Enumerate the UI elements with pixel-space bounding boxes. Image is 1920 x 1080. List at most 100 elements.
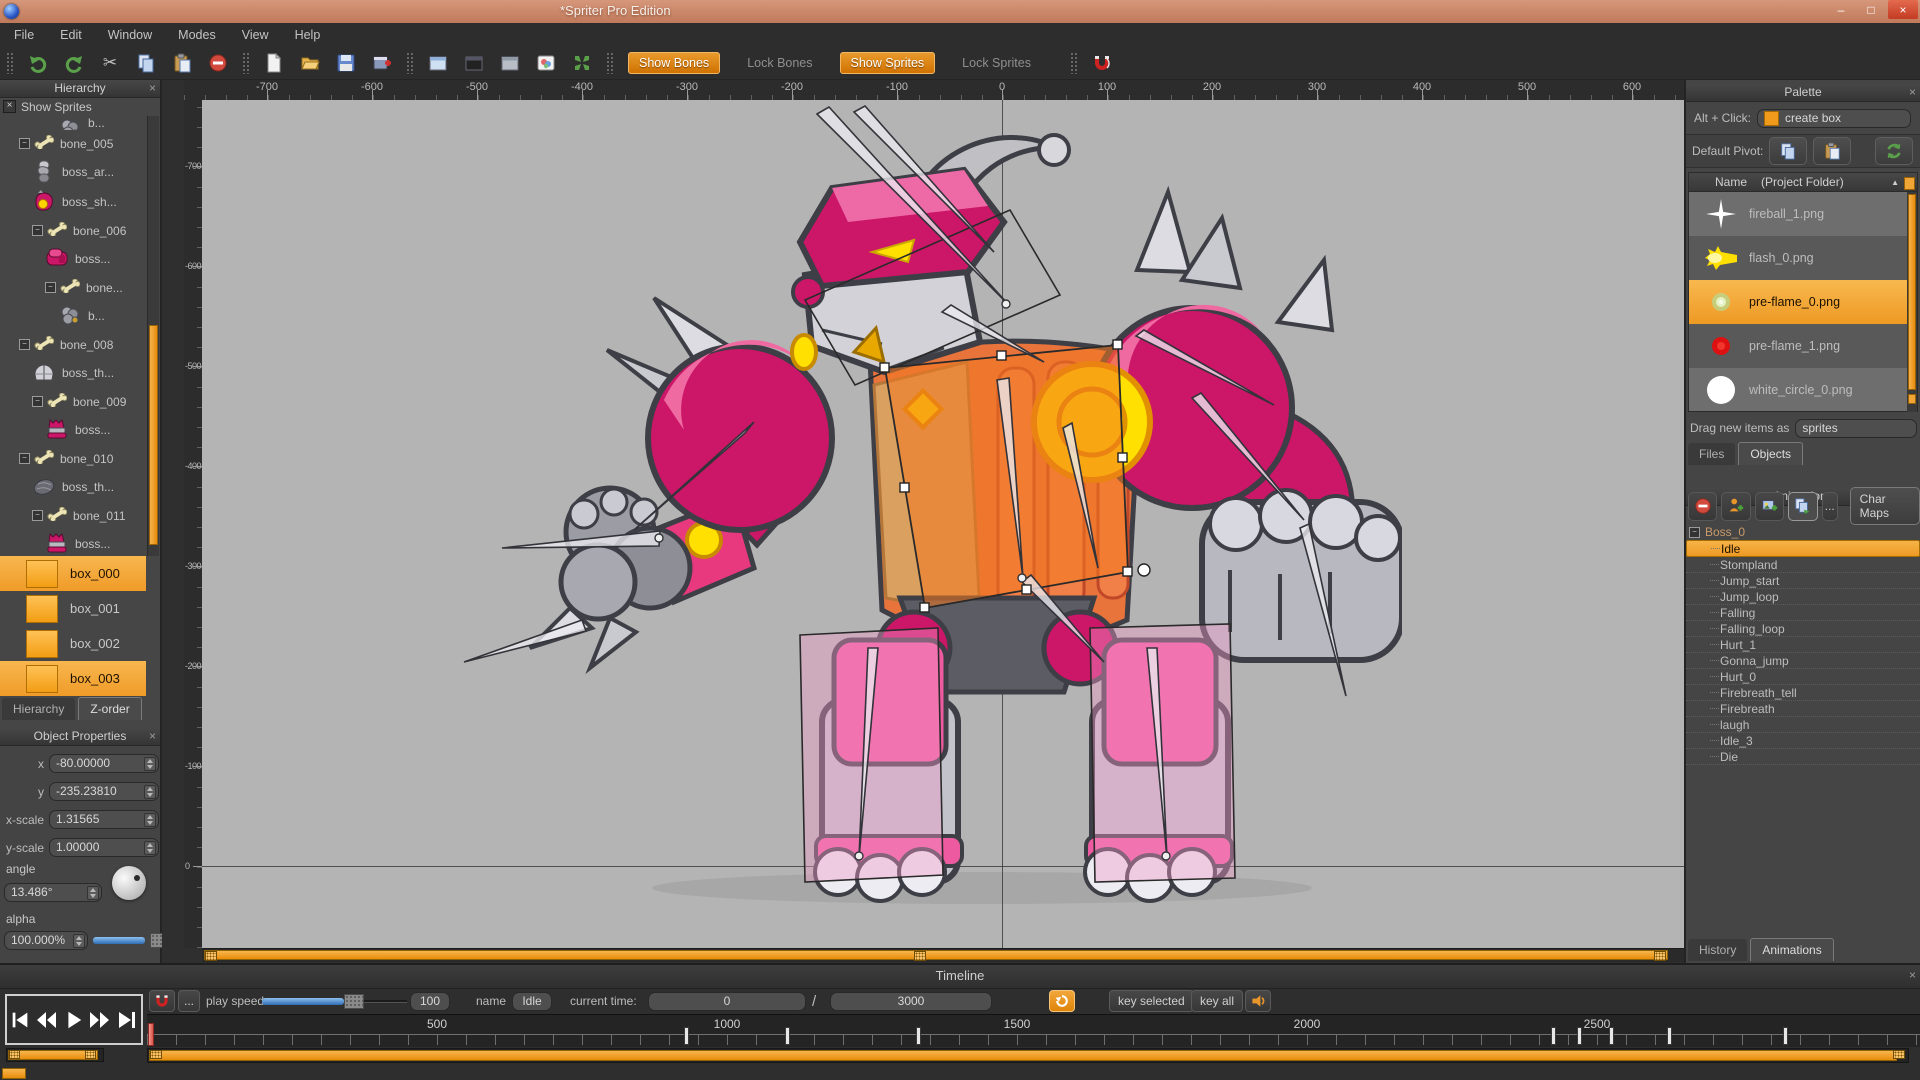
x-scale-field[interactable]: 1.31565: [49, 810, 159, 829]
toolbar-grip[interactable]: [1070, 52, 1078, 74]
redo-icon[interactable]: [61, 50, 87, 76]
go-start-icon[interactable]: [9, 1009, 31, 1031]
tab-hierarchy[interactable]: Hierarchy: [2, 698, 75, 720]
tab-z-order[interactable]: Z-order: [78, 697, 141, 720]
spinner[interactable]: [87, 886, 99, 900]
hierarchy-item-box_003[interactable]: box_003: [0, 661, 146, 696]
menu-item-window[interactable]: Window: [108, 28, 152, 42]
animation-entity-row[interactable]: − Boss_0: [1686, 524, 1920, 540]
toolbar-grip[interactable]: [406, 52, 414, 74]
hierarchy-item-boss_sh[interactable]: boss_sh...: [0, 187, 146, 217]
minimize-icon[interactable]: –: [1826, 0, 1856, 19]
animation-item-gonna_jump[interactable]: Gonna_jump: [1686, 653, 1920, 669]
speaker-icon[interactable]: [1245, 990, 1271, 1012]
spinner[interactable]: [144, 757, 156, 771]
keyframe-marker[interactable]: [684, 1027, 689, 1045]
character-artwork[interactable]: [402, 100, 1402, 920]
file-item-flash_0.png[interactable]: flash_0.png: [1689, 236, 1917, 280]
menu-item-modes[interactable]: Modes: [178, 28, 216, 42]
spinner[interactable]: [144, 841, 156, 855]
canvas[interactable]: [202, 100, 1684, 948]
animation-item-jump_start[interactable]: Jump_start: [1686, 573, 1920, 589]
scrollbar-handle[interactable]: [85, 1050, 96, 1059]
hierarchy-item-boss_th[interactable]: boss_th...: [0, 472, 146, 502]
hierarchy-item-boss[interactable]: boss...: [0, 415, 146, 445]
tab-files[interactable]: Files: [1688, 443, 1735, 465]
key-selected-button[interactable]: key selected: [1109, 990, 1194, 1012]
close-icon[interactable]: ×: [149, 729, 156, 744]
animation-item-firebreath[interactable]: Firebreath: [1686, 701, 1920, 717]
delete-animation-icon[interactable]: [1688, 492, 1717, 521]
keyframe-marker[interactable]: [1577, 1027, 1582, 1045]
alpha-slider[interactable]: [93, 937, 145, 944]
hierarchy-item-box_000[interactable]: box_000: [0, 556, 146, 591]
drag-items-dropdown[interactable]: sprites: [1795, 419, 1917, 438]
window-color-icon[interactable]: [533, 50, 559, 76]
spinner[interactable]: [144, 813, 156, 827]
menu-item-edit[interactable]: Edit: [60, 28, 82, 42]
add-animation-icon[interactable]: [1755, 492, 1784, 521]
toolbar-grip[interactable]: [242, 52, 250, 74]
expander-icon[interactable]: −: [32, 225, 43, 236]
hierarchy-item-bone_006[interactable]: −bone_006: [0, 217, 146, 244]
snap-magnet-icon[interactable]: [1089, 50, 1115, 76]
scrollbar-thumb[interactable]: [149, 325, 158, 545]
fullscreen-icon[interactable]: [569, 50, 595, 76]
menu-item-help[interactable]: Help: [295, 28, 321, 42]
palette-scrollbar[interactable]: [1907, 192, 1917, 412]
lock-bones-button[interactable]: Lock Bones: [736, 52, 823, 74]
close-icon[interactable]: ×: [1909, 85, 1916, 100]
save-plus-icon[interactable]: [369, 50, 395, 76]
expander-icon[interactable]: −: [19, 453, 30, 464]
tab-objects[interactable]: Objects: [1738, 442, 1803, 465]
sort-asc-icon[interactable]: ▲: [1891, 178, 1899, 187]
paste-icon[interactable]: [169, 50, 195, 76]
current-time-field[interactable]: 0: [648, 992, 806, 1011]
char-maps-button[interactable]: Char Maps: [1850, 487, 1920, 525]
animation-item-falling[interactable]: Falling: [1686, 605, 1920, 621]
play-speed-slider[interactable]: [262, 994, 407, 1009]
undo-icon[interactable]: [25, 50, 51, 76]
file-list-header[interactable]: Name (Project Folder) ▲: [1688, 172, 1918, 192]
maximize-icon[interactable]: □: [1856, 0, 1886, 19]
file-item-pre-flame_0.png[interactable]: pre-flame_0.png: [1689, 280, 1917, 324]
animation-item-hurt_1[interactable]: Hurt_1: [1686, 637, 1920, 653]
scrollbar-handle[interactable]: [1893, 1050, 1905, 1059]
y-scale-field[interactable]: 1.00000: [49, 838, 159, 857]
show-sprites-checkbox[interactable]: ×: [3, 100, 16, 113]
copy-pivot-icon[interactable]: [1769, 137, 1807, 165]
scrollbar-thumb[interactable]: [1908, 194, 1916, 390]
expander-icon[interactable]: −: [32, 510, 43, 521]
show-sprites-checkbox-row[interactable]: × Show Sprites: [0, 97, 160, 116]
hierarchy-item-bone_009[interactable]: −bone_009: [0, 388, 146, 415]
hierarchy-item-bone[interactable]: −bone...: [0, 274, 146, 301]
animation-item-hurt_0[interactable]: Hurt_0: [1686, 669, 1920, 685]
animation-item-jump_loop[interactable]: Jump_loop: [1686, 589, 1920, 605]
key-all-button[interactable]: key all: [1191, 990, 1243, 1012]
timeline-scrollbar[interactable]: [147, 1048, 1909, 1063]
open-folder-icon[interactable]: [297, 50, 323, 76]
spinner[interactable]: [73, 934, 85, 948]
close-icon[interactable]: ×: [1888, 0, 1918, 19]
create-box-dropdown[interactable]: create box: [1757, 109, 1911, 128]
hierarchy-item-bone_008[interactable]: −bone_008: [0, 331, 146, 358]
window-gray-icon[interactable]: [497, 50, 523, 76]
hierarchy-item-b[interactable]: b...: [0, 301, 146, 331]
hierarchy-item-box_002[interactable]: box_002: [0, 626, 146, 661]
scrollbar-handle[interactable]: [1654, 951, 1666, 961]
animation-item-idle_3[interactable]: Idle_3: [1686, 733, 1920, 749]
titlebar[interactable]: *Spriter Pro Edition – □ ×: [0, 0, 1920, 23]
hierarchy-item-bone_005[interactable]: −bone_005: [0, 130, 146, 157]
delete-icon[interactable]: [205, 50, 231, 76]
close-icon[interactable]: ×: [149, 81, 156, 96]
copy-icon[interactable]: [133, 50, 159, 76]
loop-icon[interactable]: [1049, 990, 1075, 1012]
refresh-icon[interactable]: [1875, 137, 1913, 165]
keyframe-marker[interactable]: [1667, 1027, 1672, 1045]
scrollbar-thumb[interactable]: [204, 950, 1668, 960]
file-item-white_circle_0.png[interactable]: white_circle_0.png: [1689, 368, 1917, 412]
add-entity-icon[interactable]: [1721, 492, 1750, 521]
tab-animations[interactable]: Animations: [1750, 938, 1833, 961]
hierarchy-item-box_001[interactable]: box_001: [0, 591, 146, 626]
corner-scrollbar-piece[interactable]: [2, 1068, 26, 1079]
